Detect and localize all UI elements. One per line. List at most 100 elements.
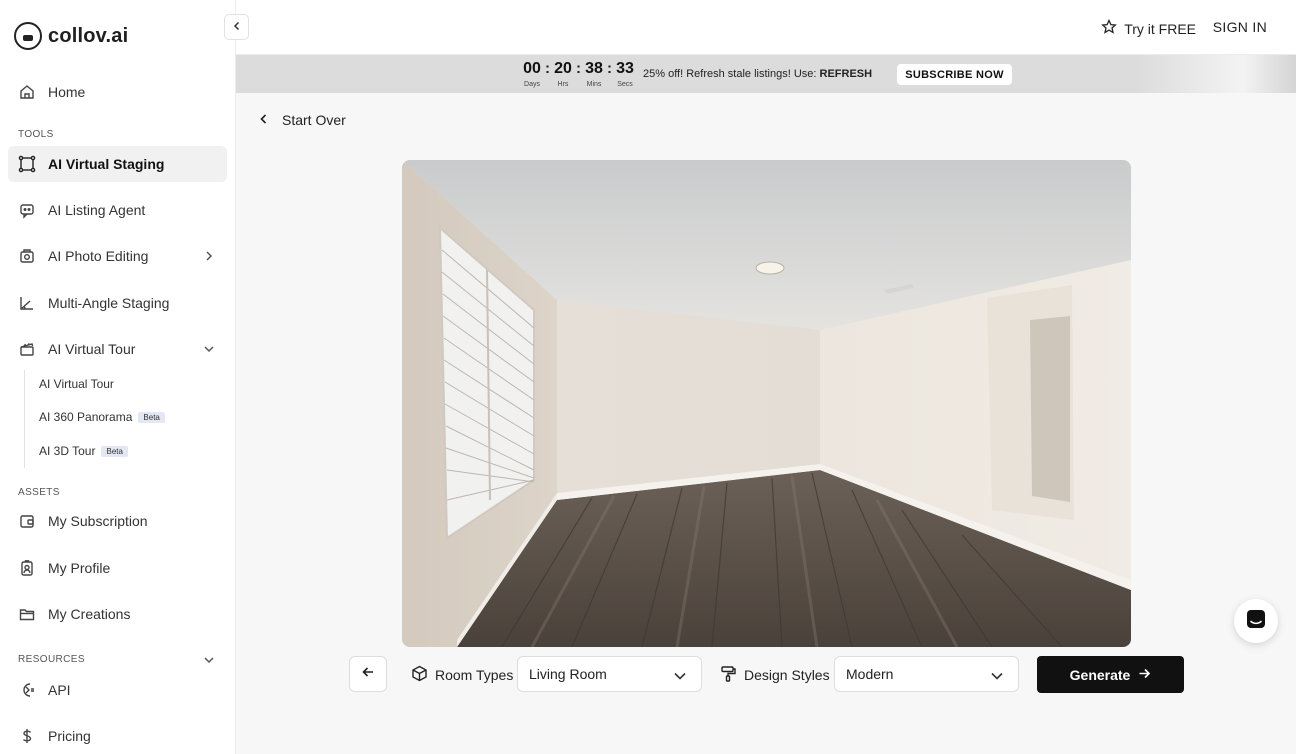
folder-icon — [18, 605, 36, 623]
try-free-label: Try it FREE — [1124, 20, 1196, 37]
promo-banner: 00 Days : 20 Hrs : 38 Mins : 33 Secs 25%… — [236, 55, 1296, 93]
promo-text: 25% off! Refresh stale listings! Use: RE… — [643, 68, 872, 80]
sidebar-item-home[interactable]: Home — [8, 74, 227, 110]
sidebar-item-api[interactable]: API — [8, 672, 227, 708]
sidebar-item-pricing[interactable]: Pricing — [8, 718, 227, 754]
countdown-separator: : — [576, 60, 581, 77]
chat-icon — [1245, 608, 1267, 635]
collapse-sidebar-button[interactable] — [224, 14, 249, 40]
countdown-minutes: 38 Mins — [582, 60, 606, 88]
home-icon — [18, 83, 36, 101]
sidebar-item-label: Multi-Angle Staging — [48, 295, 170, 311]
sidebar-item-multi-angle-staging[interactable]: Multi-Angle Staging — [8, 285, 227, 321]
brand-name: collov.ai — [48, 24, 129, 47]
support-chat-button[interactable] — [1234, 599, 1278, 643]
submenu-guide-line — [24, 370, 25, 468]
countdown-hours: 20 Hrs — [551, 60, 575, 88]
sidebar-item-ai-virtual-tour[interactable]: AI Virtual Tour — [8, 331, 227, 367]
topbar: Try it FREE SIGN IN — [236, 0, 1296, 55]
badge-icon — [18, 559, 36, 577]
countdown-label: Secs — [617, 81, 633, 88]
subscribe-now-button[interactable]: SUBSCRIBE NOW — [897, 64, 1012, 85]
chat-agent-icon — [18, 201, 36, 219]
sidebar-item-ai-photo-editing[interactable]: AI Photo Editing — [8, 238, 227, 274]
countdown-label: Mins — [586, 81, 602, 88]
room-photo — [402, 160, 1131, 647]
dollar-icon — [18, 727, 36, 745]
star-icon — [1101, 18, 1118, 38]
promo-code: REFRESH — [819, 68, 873, 80]
api-icon — [18, 681, 36, 699]
start-over-label: Start Over — [282, 112, 346, 128]
arrow-left-icon — [361, 665, 375, 684]
chevron-right-icon — [203, 249, 215, 265]
sidebar-item-ai-listing-agent[interactable]: AI Listing Agent — [8, 192, 227, 228]
promo-message: 25% off! Refresh stale listings! Use: — [643, 68, 817, 80]
room-type-value: Living Room — [529, 666, 607, 682]
sidebar-item-label: My Creations — [48, 606, 131, 622]
countdown-value: 38 — [585, 60, 603, 77]
countdown-label: Days — [524, 81, 540, 88]
chevron-left-icon — [258, 112, 270, 128]
paint-roller-icon — [720, 665, 737, 685]
section-label-resources: RESOURCES — [18, 654, 85, 665]
sidebar-item-label: Pricing — [48, 728, 91, 744]
sidebar-item-label: My Subscription — [48, 513, 148, 529]
section-label-tools: TOOLS — [18, 129, 54, 140]
sidebar-item-label: AI Virtual Staging — [48, 156, 165, 172]
room-types-text: Room Types — [435, 667, 514, 683]
countdown-seconds: 33 Secs — [613, 60, 637, 88]
sidebar-item-my-creations[interactable]: My Creations — [8, 596, 227, 632]
generate-label: Generate — [1069, 666, 1131, 683]
chevron-down-icon — [673, 669, 687, 685]
countdown-value: 20 — [554, 60, 572, 77]
section-label-assets: ASSETS — [18, 487, 60, 498]
countdown-label: Hrs — [557, 81, 569, 88]
countdown-separator: : — [545, 60, 550, 77]
sidebar-item-label: AI Photo Editing — [48, 248, 149, 264]
sidebar-item-label: AI Virtual Tour — [48, 341, 136, 357]
sidebar-item-my-profile[interactable]: My Profile — [8, 550, 227, 586]
wallet-icon — [18, 512, 36, 530]
design-style-value: Modern — [846, 666, 894, 682]
countdown-value: 00 — [523, 60, 541, 77]
room-type-select[interactable]: Living Room — [517, 656, 702, 692]
arrow-right-icon — [1138, 667, 1151, 683]
cube-icon — [411, 665, 428, 685]
try-free-button[interactable]: Try it FREE — [1101, 18, 1196, 38]
angle-icon — [18, 294, 36, 312]
start-over-button[interactable]: Start Over — [258, 112, 346, 128]
submenu-item-ai-3d-tour[interactable]: AI 3D Tour Beta — [39, 444, 128, 458]
collov-logo-icon — [14, 22, 42, 50]
sidebar-item-label: My Profile — [48, 560, 111, 576]
sign-in-button[interactable]: SIGN IN — [1213, 19, 1267, 35]
chevron-down-icon — [990, 669, 1004, 685]
design-styles-label: Design Styles — [720, 665, 830, 685]
chevron-down-icon — [203, 342, 215, 358]
countdown-timer: 00 Days : 20 Hrs : 38 Mins : 33 Secs — [520, 60, 637, 88]
sidebar-item-my-subscription[interactable]: My Subscription — [8, 503, 227, 539]
room-types-label: Room Types — [411, 665, 513, 685]
submenu-item-ai-virtual-tour[interactable]: AI Virtual Tour — [39, 377, 114, 391]
submenu-item-ai-360-panorama[interactable]: AI 360 Panorama Beta — [39, 410, 165, 424]
countdown-separator: : — [607, 60, 612, 77]
submenu-item-label: AI Virtual Tour — [39, 377, 114, 391]
sidebar-item-label: Home — [48, 84, 86, 100]
generate-button[interactable]: Generate — [1037, 656, 1184, 693]
submenu-item-label: AI 3D Tour — [39, 444, 96, 458]
design-styles-text: Design Styles — [744, 667, 830, 683]
brand-logo[interactable]: collov.ai — [14, 22, 128, 50]
sidebar-item-label: AI Listing Agent — [48, 202, 146, 218]
chevron-left-icon — [232, 18, 242, 36]
sidebar-item-label: API — [48, 682, 71, 698]
sidebar: collov.ai Home TOOLS AI Virtual Staging … — [0, 0, 236, 754]
previous-button[interactable] — [349, 656, 387, 692]
clapper-icon — [18, 340, 36, 358]
design-style-select[interactable]: Modern — [834, 656, 1019, 692]
sidebar-item-ai-virtual-staging[interactable]: AI Virtual Staging — [8, 146, 227, 182]
beta-badge: Beta — [138, 411, 165, 423]
beta-badge: Beta — [101, 445, 128, 457]
countdown-value: 33 — [616, 60, 634, 77]
photo-edit-icon — [18, 247, 36, 265]
chevron-down-icon[interactable] — [203, 653, 215, 671]
